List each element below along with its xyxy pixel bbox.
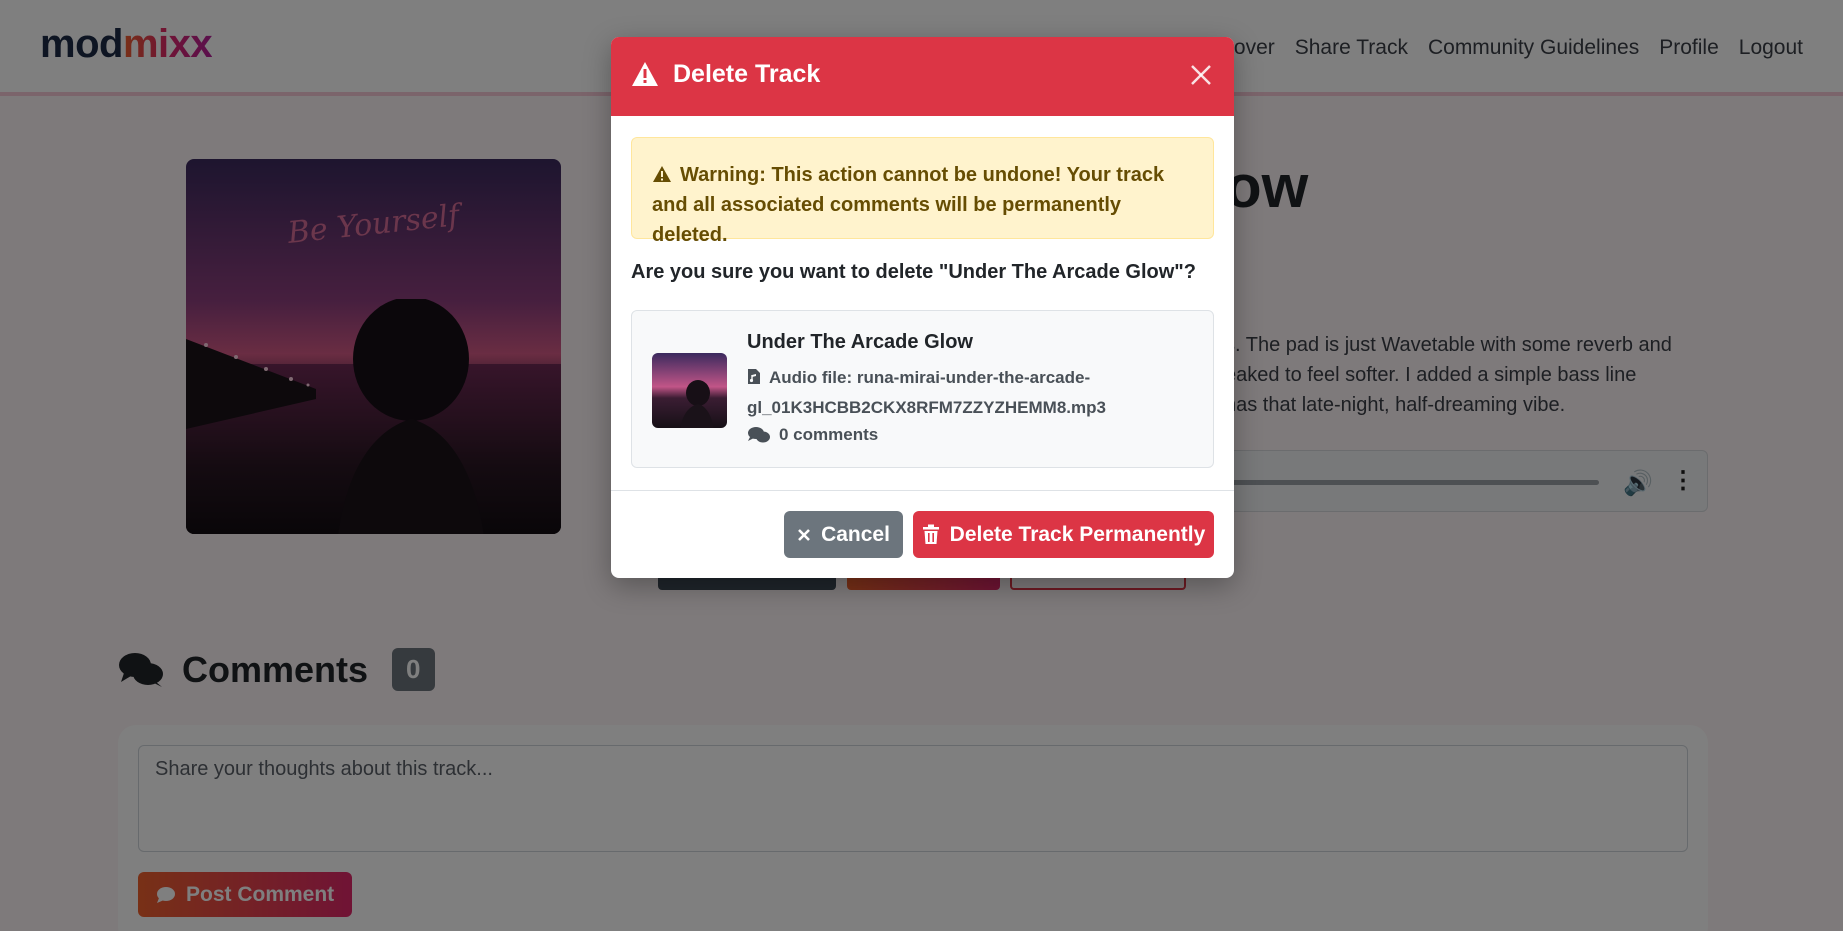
audio-file-text: Audio file: runa-mirai-under-the-arcade-…	[747, 368, 1106, 417]
modal-footer-divider	[611, 490, 1234, 491]
audio-file-icon	[748, 369, 760, 384]
summary-audio-file: Audio file: runa-mirai-under-the-arcade-…	[747, 363, 1187, 423]
cancel-button[interactable]: Cancel	[784, 511, 903, 558]
modal-header: Delete Track	[611, 37, 1234, 116]
trash-icon	[922, 524, 939, 544]
track-thumbnail	[652, 353, 727, 428]
warning-icon	[653, 166, 671, 182]
comments-count-text: 0 comments	[779, 425, 879, 444]
confirm-question: Are you sure you want to delete "Under T…	[631, 261, 1196, 283]
modal-title: Delete Track	[673, 60, 821, 88]
comments-small-icon	[748, 427, 770, 443]
x-icon	[798, 528, 810, 541]
delete-track-button[interactable]: Delete Track Permanently	[913, 511, 1214, 558]
warning-alert: Warning: This action cannot be undone! Y…	[631, 137, 1214, 246]
close-icon[interactable]	[1186, 60, 1216, 90]
warning-text: Warning: This action cannot be undone! Y…	[652, 164, 1165, 246]
warning-triangle-icon	[632, 62, 658, 86]
summary-comments: 0 comments	[747, 425, 878, 445]
track-summary-box: Under The Arcade Glow Audio file: runa-m…	[631, 310, 1214, 468]
delete-label: Delete Track Permanently	[949, 522, 1206, 546]
thumbnail-silhouette	[680, 380, 714, 428]
cancel-label: Cancel	[821, 522, 890, 546]
delete-track-modal: Delete Track Warning: This action cannot…	[611, 37, 1234, 578]
summary-track-title: Under The Arcade Glow	[747, 331, 973, 353]
